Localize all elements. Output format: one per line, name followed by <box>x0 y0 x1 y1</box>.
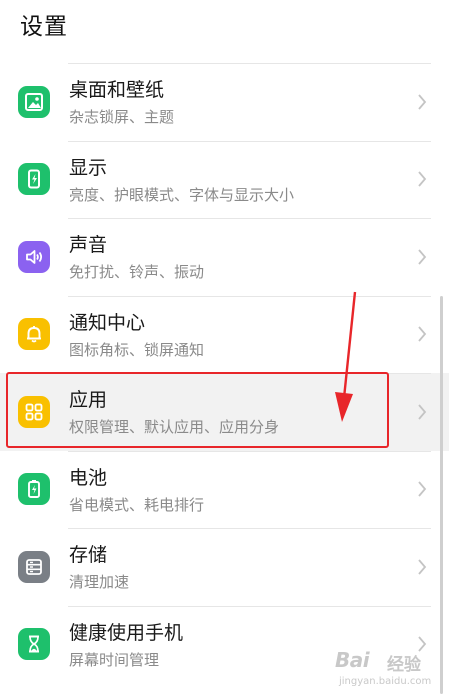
item-title: 应用 <box>69 389 108 411</box>
chevron-right-icon <box>418 171 427 187</box>
settings-item-storage[interactable]: 存储 清理加速 <box>0 528 449 606</box>
bell-icon <box>18 318 50 351</box>
item-subtitle: 清理加速 <box>69 573 130 591</box>
page-title: 设置 <box>20 14 68 40</box>
item-title: 声音 <box>69 234 108 256</box>
divider <box>68 528 431 529</box>
item-subtitle: 省电模式、耗电排行 <box>69 495 205 514</box>
chevron-right-icon <box>418 94 427 110</box>
settings-item-notifications[interactable]: 通知中心 图标角标、锁屏通知 <box>0 295 449 374</box>
chevron-right-icon <box>418 249 427 265</box>
sound-icon <box>18 240 50 273</box>
hourglass-icon <box>18 628 50 661</box>
item-title: 健康使用手机 <box>69 621 184 644</box>
battery-icon <box>18 473 50 506</box>
divider <box>68 218 431 219</box>
item-subtitle: 亮度、护眼模式、字体与显示大小 <box>69 185 295 204</box>
item-title: 桌面和壁纸 <box>69 79 165 101</box>
chevron-right-icon <box>418 326 427 342</box>
settings-item-display[interactable]: 显示 亮度、护眼模式、字体与显示大小 <box>0 140 449 219</box>
divider <box>68 450 431 452</box>
settings-item-apps[interactable]: 应用 权限管理、默认应用、应用分身 <box>0 373 449 451</box>
item-title: 存储 <box>69 544 108 566</box>
watermark-name: 经验 <box>387 655 421 675</box>
item-subtitle: 免打扰、铃声、振动 <box>69 263 205 281</box>
item-title: 电池 <box>69 466 108 489</box>
item-subtitle: 屏幕时间管理 <box>69 650 160 669</box>
watermark-url: jingyan.baidu.com <box>339 676 432 687</box>
chevron-right-icon <box>418 481 427 497</box>
scrollbar[interactable] <box>440 296 443 694</box>
storage-icon <box>18 550 50 583</box>
divider <box>68 295 431 297</box>
divider <box>68 63 431 64</box>
settings-list: 桌面和壁纸 杂志锁屏、主题 显示 亮度、护眼模式、字体与显示大小 声音 免打扰、… <box>0 63 449 683</box>
item-subtitle: 图标角标、锁屏通知 <box>69 340 205 359</box>
settings-item-battery[interactable]: 电池 省电模式、耗电排行 <box>0 450 449 529</box>
display-icon <box>18 163 50 196</box>
item-subtitle: 权限管理、默认应用、应用分身 <box>69 418 280 436</box>
item-title: 显示 <box>69 156 108 179</box>
watermark-brand: Bai <box>335 648 370 672</box>
wallpaper-icon <box>18 85 50 118</box>
divider <box>68 373 431 374</box>
chevron-right-icon <box>418 404 427 420</box>
divider <box>68 140 431 142</box>
divider <box>68 605 431 607</box>
item-subtitle: 杂志锁屏、主题 <box>69 108 175 126</box>
chevron-right-icon <box>418 559 427 575</box>
item-title: 通知中心 <box>69 311 146 334</box>
settings-item-sound[interactable]: 声音 免打扰、铃声、振动 <box>0 218 449 296</box>
settings-item-wallpaper[interactable]: 桌面和壁纸 杂志锁屏、主题 <box>0 63 449 141</box>
watermark: Bai 经验 jingyan.baidu.com <box>335 646 445 692</box>
apps-grid-icon <box>18 395 50 428</box>
